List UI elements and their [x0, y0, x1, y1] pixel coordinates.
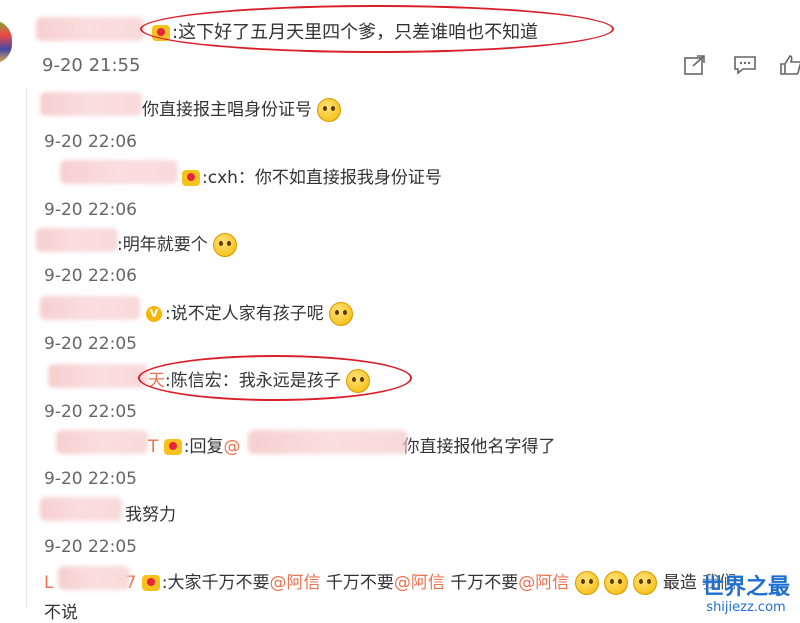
username-blurred: [58, 566, 130, 590]
watermark-title: 世界之最: [701, 575, 790, 600]
doge-emoji-icon: [329, 302, 354, 326]
reply-text: 你直接报主唱身份证号: [142, 100, 312, 120]
timestamp: 9-20 22:05: [44, 537, 137, 557]
badge-icon: [141, 575, 160, 591]
reply-thread-rule: [26, 88, 27, 608]
reply-overflow: 不说: [44, 603, 78, 623]
timestamp: 9-20 22:06: [44, 266, 137, 286]
like-icon[interactable]: [780, 55, 800, 75]
timestamp: 9-20 22:05: [44, 402, 137, 422]
reply-1: 你直接报主唱身份证号: [142, 95, 342, 122]
watermark: 世界之最 shijiezz.com: [696, 576, 796, 616]
surprised-emoji-icon: [317, 98, 342, 122]
username-blurred: [36, 228, 118, 252]
username-blurred: [40, 497, 122, 521]
mention-blurred: [248, 430, 408, 454]
mention-link[interactable]: @阿信: [269, 573, 320, 593]
avatar[interactable]: [0, 20, 12, 64]
reply-text: :明年就要个: [117, 235, 208, 255]
username-blurred: [40, 92, 142, 116]
username-head[interactable]: L: [44, 573, 53, 593]
reply-segment: 千万不要: [444, 573, 519, 593]
reply-4: V:说不定人家有孩子呢: [146, 299, 354, 326]
username-blurred: [36, 17, 144, 41]
reply-3: :明年就要个: [117, 230, 238, 257]
reply-text: :cxh：你不如直接报我身份证号: [202, 168, 442, 188]
timestamp: 9-20 22:05: [44, 469, 137, 489]
verified-icon: V: [146, 306, 162, 322]
highlight-oval: [138, 355, 412, 401]
username-blurred: [60, 160, 178, 184]
timestamp: 9-20 21:55: [42, 55, 141, 76]
badge-icon: [182, 170, 200, 186]
mention-link[interactable]: @阿信: [518, 573, 569, 593]
comment-icon[interactable]: [734, 55, 756, 75]
username-blurred: [40, 296, 140, 320]
reply-segment: :大家千万不要: [161, 573, 270, 593]
reply-prefix: :回复: [183, 437, 224, 457]
share-icon[interactable]: [684, 55, 706, 75]
thinking-emoji-icon: [574, 571, 599, 595]
watermark-url: shijiezz.com: [706, 600, 786, 615]
reply-7: 我努力: [125, 500, 176, 525]
badge-icon: [163, 439, 182, 455]
reply-8: L7 :大家千万不要@阿信 千万不要@阿信 千万不要@阿信 最造 我们: [44, 568, 736, 595]
reply-2: :cxh：你不如直接报我身份证号: [182, 163, 442, 188]
reply-segment: 千万不要: [320, 573, 394, 593]
mention-link[interactable]: @阿信: [394, 573, 445, 593]
reply-text: :说不定人家有孩子呢: [165, 304, 324, 324]
username-blurred: [48, 364, 148, 388]
timestamp: 9-20 22:05: [44, 334, 137, 354]
timestamp: 9-20 22:06: [44, 200, 137, 220]
highlight-oval: [140, 5, 614, 53]
reply-text: 我努力: [125, 505, 176, 525]
mention-link[interactable]: @: [224, 437, 241, 457]
thinking-emoji-icon: [604, 571, 629, 595]
username-blurred: [56, 430, 148, 454]
smirk-emoji-icon: [213, 233, 238, 257]
timestamp: 9-20 22:06: [44, 132, 137, 152]
thinking-emoji-icon: [633, 571, 658, 595]
username-tail[interactable]: T: [148, 437, 158, 457]
reply-text: 你直接报他名字得了: [402, 437, 556, 457]
